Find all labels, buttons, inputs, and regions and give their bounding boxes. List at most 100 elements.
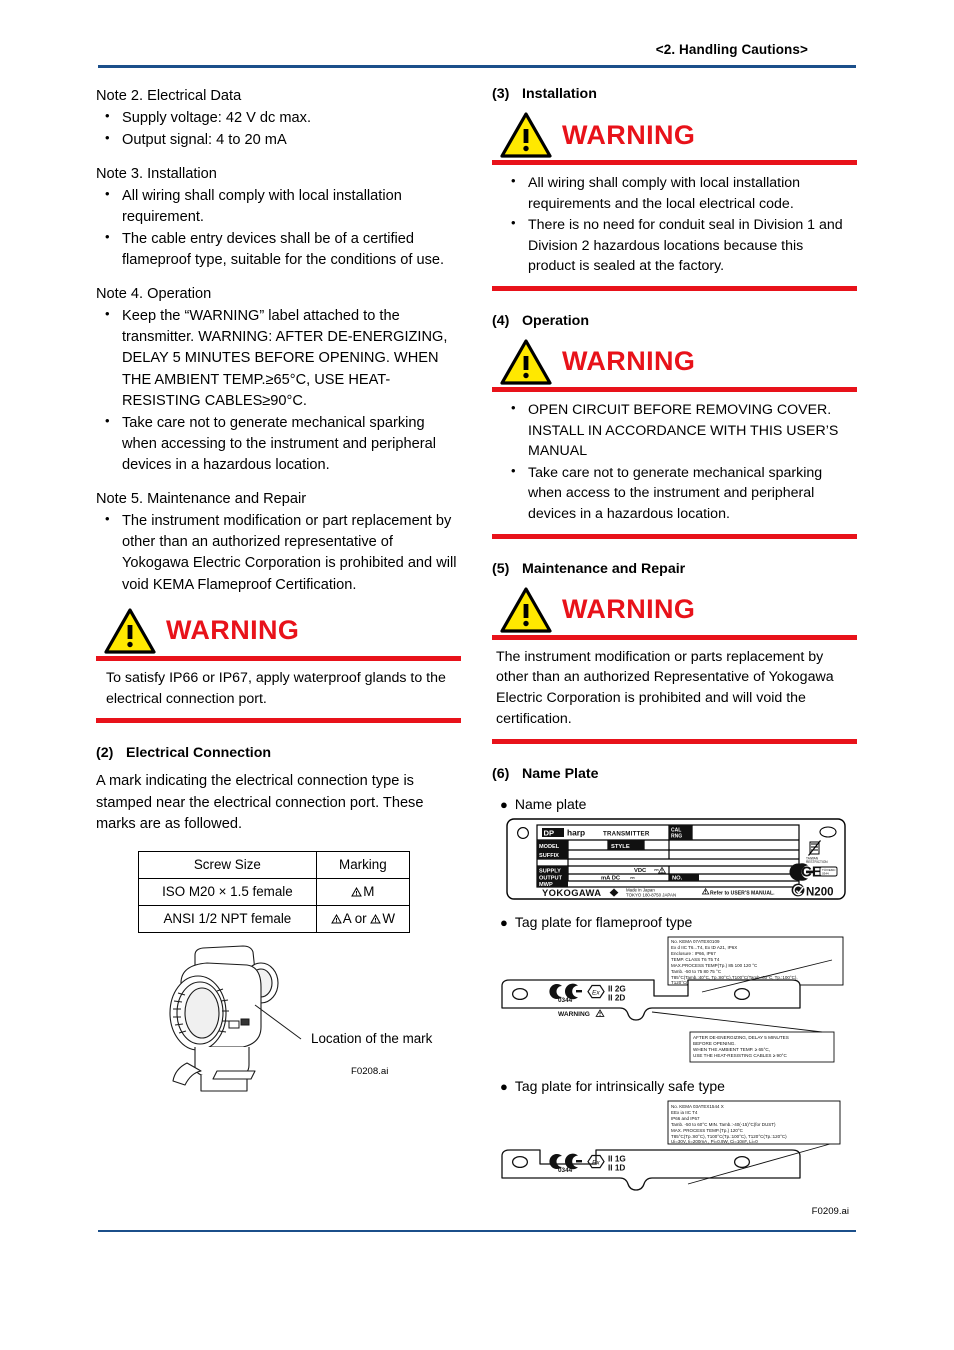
- screw-size-marking-table: Screw Size Marking ISO M20 × 1.5 female …: [138, 850, 411, 934]
- svg-text:USE THE HEAT-RESISTING CABLES: USE THE HEAT-RESISTING CABLES ≥ 90°C: [693, 1053, 787, 1058]
- svg-text:TEMP. CLASS: TEMP. CLASS T6 T5 T4: [671, 957, 720, 962]
- warning-label: WARNING: [166, 615, 300, 646]
- svg-text:SUFFIX: SUFFIX: [539, 853, 559, 859]
- marking-letter-alt: W: [382, 911, 395, 927]
- bullet-dot-icon: ●: [500, 1079, 508, 1095]
- bullet-dot-icon: •: [105, 107, 110, 123]
- header-title: <2. Handling Cautions>: [655, 42, 808, 57]
- bullet-dot-icon: •: [105, 129, 110, 145]
- table-row: ANSI 1/2 NPT female A or W: [138, 905, 411, 934]
- warning-triangle-icon: [500, 339, 552, 385]
- bullet-dot-icon: •: [105, 511, 110, 527]
- table-header-row: Screw Size Marking: [138, 850, 411, 879]
- warning-text: To satisfy IP66 or IP67, apply waterproo…: [106, 669, 446, 707]
- svg-text:VDC: VDC: [634, 868, 647, 874]
- list-item: • All wiring shall comply with local inst…: [96, 186, 461, 228]
- table-row: ISO M20 × 1.5 female M: [138, 877, 411, 907]
- caption-tag-plate-flameproof: ● Tag plate for flameproof type: [500, 914, 857, 930]
- bullet-dot-icon: •: [511, 215, 516, 231]
- svg-text:⎓: ⎓: [630, 875, 635, 881]
- svg-text:II 2D: II 2D: [608, 994, 625, 1003]
- cell-screw-size: ISO M20 × 1.5 female: [138, 877, 317, 907]
- svg-text:Ui=30V, Ii=200mA , Pi=0.9W,: Ui=30V, Ii=200mA , Pi=0.9W, Ci=10nF, Li=…: [671, 1139, 758, 1144]
- warning-body: • All wiring shall comply with local inst…: [492, 165, 857, 284]
- bullet-dot-icon: •: [511, 462, 516, 478]
- section-4-number: (4): [492, 312, 510, 329]
- warning-triangle-icon: [500, 586, 552, 633]
- note5-title: Note 5. Maintenance and Repair: [96, 491, 307, 508]
- caution-triangle-icon: [330, 914, 342, 924]
- bullet-text: The cable entry devices shall be of a ce…: [122, 231, 445, 269]
- flameproof-tag-plate-figure: No. KEMA 07ATEX0109 Ex d IIC T6...T4, Ex…: [492, 936, 857, 1064]
- warning-header: WARNING: [492, 339, 857, 385]
- svg-text:OUTPUT: OUTPUT: [539, 876, 563, 882]
- caution-triangle-icon: [370, 914, 382, 924]
- svg-text:TRANSMITTER: TRANSMITTER: [603, 830, 650, 837]
- figure-callout-label: Location of the mark: [311, 1031, 433, 1047]
- bullet-text: Output signal: 4 to 20 mA: [122, 131, 287, 148]
- warning-label: WARNING: [562, 119, 696, 150]
- warning-body: To satisfy IP66 or IP67, apply waterproo…: [96, 661, 461, 717]
- warning-header: WARNING: [492, 112, 857, 158]
- svg-text:MAX.PROCESS TEMP(Tp.) 85: MAX.PROCESS TEMP(Tp.) 85 100 120 °C: [671, 963, 758, 968]
- column-header-marking: Marking: [315, 850, 411, 879]
- svg-text:AFTER DE-ENERGIZING, DELAY 5 M: AFTER DE-ENERGIZING, DELAY 5 MINUTES: [693, 1035, 789, 1040]
- bullet-text: The instrument modification or part repl…: [122, 513, 457, 593]
- section-2-heading: (2) Electrical Connection: [96, 745, 461, 761]
- cell-screw-size: ANSI 1/2 NPT female: [138, 905, 317, 934]
- list-item: • OPEN CIRCUIT BEFORE REMOVING COVER. INS…: [502, 400, 853, 462]
- bullet-text: Take care not to generate mechanical spa…: [528, 464, 823, 522]
- bullet-text: All wiring shall comply with local insta…: [122, 187, 402, 225]
- bullet-text: Supply voltage: 42 V dc max.: [122, 109, 312, 126]
- section-6-number: (6): [492, 766, 510, 783]
- column-header-screw-size: Screw Size: [138, 850, 317, 879]
- document-page: <2. Handling Cautions> Note 2. Electrica…: [0, 0, 954, 1350]
- caution-triangle-icon: [351, 886, 363, 897]
- footer-rule: [98, 1230, 856, 1232]
- caption-text: Name plate: [514, 796, 587, 813]
- header-rule: [98, 65, 856, 68]
- warning-body: The instrument modification or parts rep…: [492, 640, 857, 738]
- section-3-heading: (3) Installation: [492, 86, 857, 102]
- caption-tag-plate-intrinsic: ● Tag plate for intrinsically safe type: [500, 1078, 857, 1094]
- svg-text:EEx ia IIC T4: EEx ia IIC T4: [671, 1110, 698, 1115]
- warning-text: The instrument modification or parts rep…: [496, 648, 834, 728]
- warning-label: WARNING: [562, 594, 696, 625]
- cert-line: No. KEMA 07ATEX0109: [671, 939, 720, 944]
- section-6-title: Name Plate: [522, 766, 599, 783]
- transmitter-illustration: [151, 943, 316, 1103]
- svg-text:N200: N200: [806, 887, 834, 899]
- warning-bullets: • All wiring shall comply with local inst…: [502, 173, 853, 277]
- svg-text:Tamb. -5: Tamb. -50 to 75 80 75 °C: [671, 969, 722, 974]
- svg-text:harp: harp: [567, 828, 585, 838]
- marking-letter: A: [342, 911, 351, 927]
- note5-bullets: • The instrument modification or part rep…: [96, 511, 461, 596]
- warning-block-waterproof: WARNING To satisfy IP66 or IP67, apply w…: [96, 608, 461, 724]
- warning-block-operation: WARNING • OPEN CIRCUIT BEFORE REMOVING CO…: [492, 339, 857, 539]
- svg-text:RESTRICTION: RESTRICTION: [806, 860, 828, 864]
- svg-text:Enclosure : IP66, IP67: Enclosure : IP66, IP67: [671, 951, 716, 956]
- warning-rule-bottom: [492, 533, 857, 539]
- warning-block-maintenance: WARNING The instrument modification or p…: [492, 586, 857, 745]
- svg-text:WHEN THE AMBIENT TEMP. ≥ 65°C,: WHEN THE AMBIENT TEMP. ≥ 65°C,: [693, 1047, 770, 1052]
- svg-text:II 1G: II 1G: [608, 1154, 626, 1163]
- bullet-dot-icon: •: [105, 412, 110, 428]
- figure-transmitter-mark-location: Location of the mark F0208.ai: [96, 943, 461, 1108]
- bullet-text: There is no need for conduit seal in Div…: [528, 217, 843, 275]
- note4-title: Note 4. Operation: [96, 286, 212, 303]
- warning-header: WARNING: [96, 608, 461, 654]
- bullet-text: All wiring shall comply with local insta…: [528, 175, 801, 212]
- svg-text:Refer to USER’S MANUAL.: Refer to USER’S MANUAL.: [710, 891, 775, 897]
- warning-rule-bottom: [492, 285, 857, 291]
- right-column: (3) Installation WARNING • All wiring shal…: [492, 86, 857, 1217]
- svg-text:DP: DP: [544, 829, 555, 838]
- section-5-number: (5): [492, 560, 510, 577]
- page-header: <2. Handling Cautions>: [98, 42, 856, 68]
- svg-text:NO.: NO.: [672, 875, 683, 881]
- warning-body: • OPEN CIRCUIT BEFORE REMOVING COVER. INS…: [492, 392, 857, 532]
- warning-triangle-icon: [104, 608, 156, 654]
- svg-text:WARNING: WARNING: [558, 1011, 590, 1018]
- svg-text:SUPPLY: SUPPLY: [539, 868, 561, 874]
- list-item: • Output signal: 4 to 20 mA: [96, 130, 461, 151]
- bullet-dot-icon: •: [105, 306, 110, 322]
